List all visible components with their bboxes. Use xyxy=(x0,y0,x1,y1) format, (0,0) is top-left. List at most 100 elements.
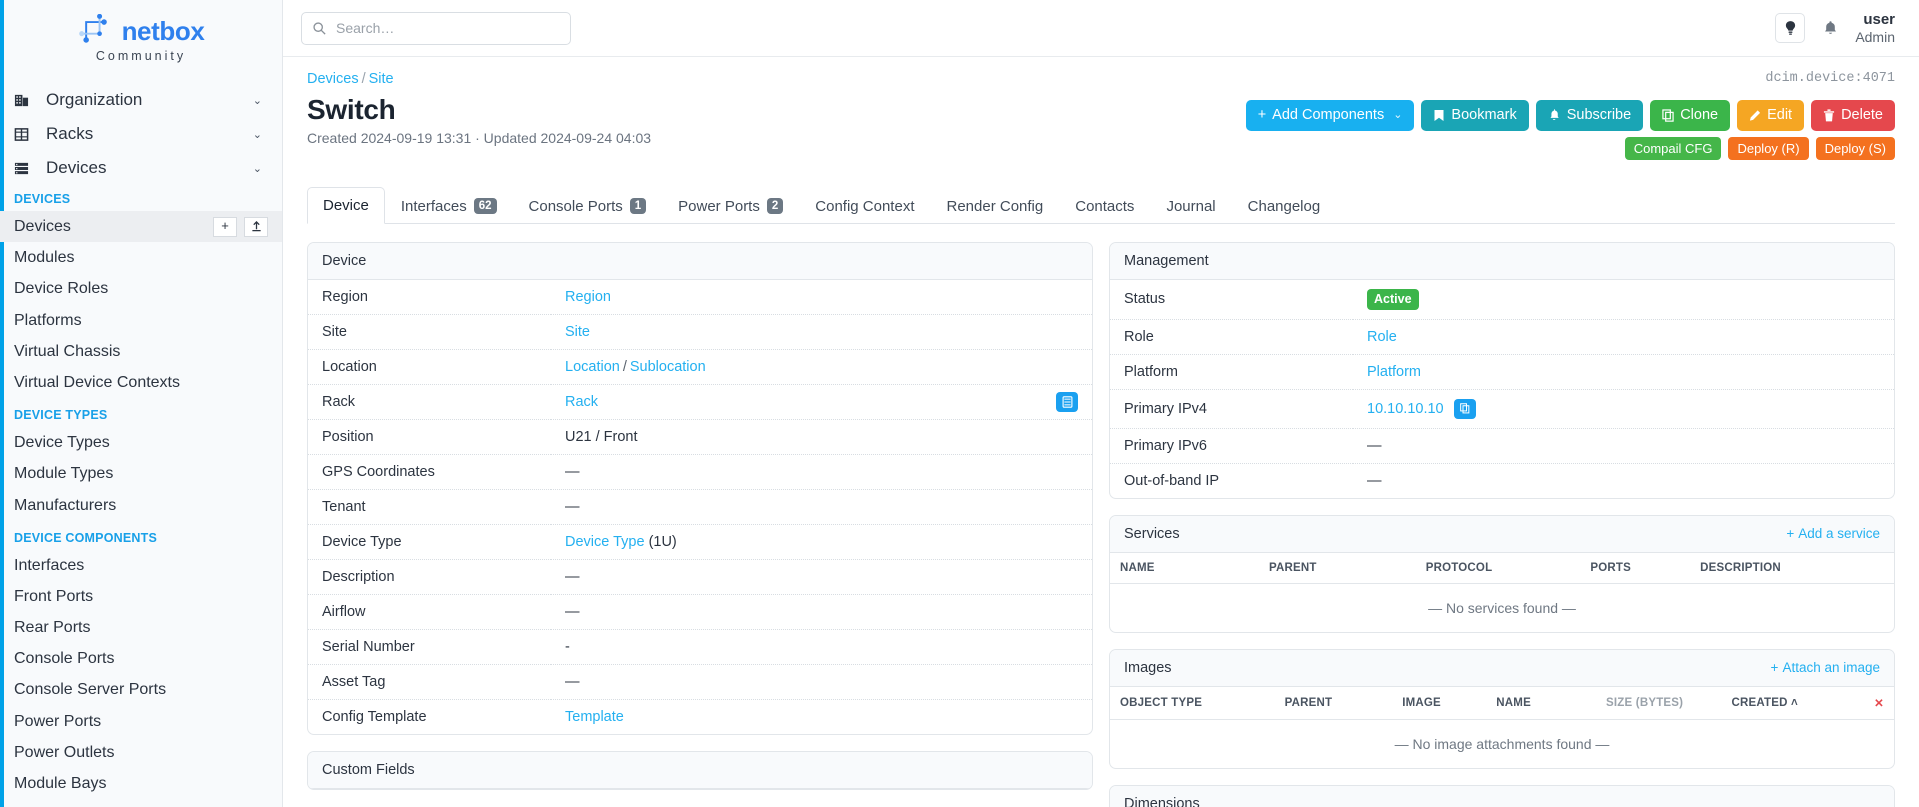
column-header-created[interactable]: Created ˄ xyxy=(1721,686,1840,720)
row-key: Airflow xyxy=(322,603,366,620)
tab-badge: 62 xyxy=(473,197,497,215)
search-input[interactable] xyxy=(336,20,560,36)
add-a-service-button[interactable]: + Add a service xyxy=(1786,526,1880,541)
tab-config-context[interactable]: Config Context xyxy=(799,188,930,224)
row-key: Asset Tag xyxy=(322,673,386,690)
device-type-units: (1U) xyxy=(648,533,677,550)
edit-button[interactable]: Edit xyxy=(1737,100,1805,131)
row-key: Serial Number xyxy=(322,638,415,655)
sidebar-item-device-bays[interactable]: Device Bays xyxy=(0,799,282,807)
sidebar-item-module-bays[interactable]: Module Bays xyxy=(0,768,282,799)
sidebar-item-device-types[interactable]: Device Types xyxy=(0,427,282,458)
column-header-size-bytes[interactable]: Size (Bytes) xyxy=(1596,686,1722,720)
deploy-s-button[interactable]: Deploy (S) xyxy=(1815,136,1895,160)
region-link[interactable]: Region xyxy=(565,289,611,305)
tab-device[interactable]: Device xyxy=(307,186,385,224)
sidebar-heading-devices: Devices xyxy=(14,192,71,206)
sidebar-item-console-server-ports[interactable]: Console Server Ports xyxy=(0,674,282,705)
row-value: — xyxy=(565,498,580,515)
column-header-parent[interactable]: Parent xyxy=(1258,552,1416,584)
sidebar-item-virtual-chassis[interactable]: Virtual Chassis xyxy=(0,336,282,367)
tab-label: Contacts xyxy=(1075,197,1135,215)
row-key: Primary IPv4 xyxy=(1124,400,1207,417)
sidebar-item-rear-ports[interactable]: Rear Ports xyxy=(0,612,282,643)
sidebar-item-label: Devices xyxy=(14,218,71,235)
column-header-image[interactable]: Image xyxy=(1392,686,1487,720)
rack-elevation-icon[interactable] xyxy=(1056,391,1078,412)
tab-label: Console Ports xyxy=(528,197,623,215)
role-link[interactable]: Role xyxy=(1367,329,1397,345)
sidebar-item-console-ports[interactable]: Console Ports xyxy=(0,643,282,674)
tab-power-ports[interactable]: Power Ports 2 xyxy=(662,188,799,224)
column-header-name[interactable]: Name xyxy=(1110,552,1259,584)
search-box[interactable] xyxy=(301,11,571,45)
page-actions: + Add Components ⌄ Bookmark Subscribe Cl… xyxy=(1245,94,1895,160)
sidebar-item-virtual-device-contexts[interactable]: Virtual Device Contexts xyxy=(0,367,282,398)
attach-an-image-button[interactable]: + Attach an image xyxy=(1771,660,1880,675)
tab-contacts[interactable]: Contacts xyxy=(1059,188,1150,224)
site-link[interactable]: Site xyxy=(565,324,590,340)
row-key: Region xyxy=(322,288,368,305)
delete-button[interactable]: Delete xyxy=(1811,100,1895,131)
subscribe-button[interactable]: Subscribe xyxy=(1535,100,1644,131)
brand[interactable]: netbox Community xyxy=(0,0,282,69)
sidebar-item-modules[interactable]: Modules xyxy=(0,242,282,273)
sidebar-item-front-ports[interactable]: Front Ports xyxy=(0,581,282,612)
sidebar-group-devices[interactable]: Devices ⌄ xyxy=(0,147,282,195)
rack-link[interactable]: Rack xyxy=(565,394,598,410)
platform-link[interactable]: Platform xyxy=(1367,364,1421,380)
add-device-button[interactable]: + xyxy=(213,216,237,237)
column-header-parent[interactable]: Parent xyxy=(1274,686,1393,720)
notifications-button[interactable] xyxy=(1819,20,1841,36)
sidebar-group-organization[interactable]: Organization ⌄ xyxy=(0,83,282,117)
copy-icon[interactable] xyxy=(1453,398,1476,419)
user-menu[interactable]: user Admin xyxy=(1855,11,1895,44)
sidebar-item-manufacturers[interactable]: Manufacturers xyxy=(0,490,282,521)
column-header-description[interactable]: Description xyxy=(1690,552,1894,584)
device-card-title: Device xyxy=(308,242,1092,280)
sidebar-item-power-ports[interactable]: Power Ports xyxy=(0,706,282,737)
row-value: — xyxy=(1367,437,1382,454)
primary-ipv4-link[interactable]: 10.10.10.10 xyxy=(1367,400,1444,416)
sidebar-group-racks[interactable]: Racks ⌄ xyxy=(0,117,282,151)
sidebar-item-interfaces[interactable]: Interfaces xyxy=(0,550,282,581)
tab-changelog[interactable]: Changelog xyxy=(1232,188,1337,224)
breadcrumb-devices[interactable]: Devices xyxy=(307,71,359,87)
sidebar-item-label: Power Ports xyxy=(14,712,102,730)
column-header-protocol[interactable]: Protocol xyxy=(1415,552,1581,584)
sidebar-item-label: Module Bays xyxy=(14,775,107,792)
sidebar-item-module-types[interactable]: Module Types xyxy=(0,458,282,489)
sidebar-item-power-outlets[interactable]: Power Outlets xyxy=(0,737,282,768)
column-header-ports[interactable]: Ports xyxy=(1580,552,1691,584)
tab-journal[interactable]: Journal xyxy=(1150,188,1231,224)
compail-cfg-button[interactable]: Compail CFG xyxy=(1624,136,1722,160)
column-header-object-type[interactable]: Object Type xyxy=(1110,686,1275,720)
tab-console-ports[interactable]: Console Ports 1 xyxy=(513,188,663,224)
sublocation-link[interactable]: Sublocation xyxy=(630,359,706,375)
clone-button[interactable]: Clone xyxy=(1650,100,1731,131)
config-template-link[interactable]: Template xyxy=(565,709,624,725)
status-badge: Active xyxy=(1367,288,1419,310)
chevron-down-icon: ⌄ xyxy=(252,162,262,175)
deploy-r-button[interactable]: Deploy (R) xyxy=(1728,136,1809,160)
sidebar-item-platforms[interactable]: Platforms xyxy=(0,305,282,336)
sidebar-group-label: Organization xyxy=(46,90,143,109)
sidebar-item-device-roles[interactable]: Device Roles xyxy=(0,273,282,304)
device-type-link[interactable]: Device Type xyxy=(565,534,645,550)
clear-sort-button[interactable]: ✕ xyxy=(1839,686,1894,720)
theme-toggle-button[interactable] xyxy=(1775,13,1806,43)
breadcrumb-site[interactable]: Site xyxy=(369,71,394,87)
add-components-button[interactable]: + Add Components ⌄ xyxy=(1245,100,1415,131)
row-value: — xyxy=(565,673,580,690)
tab-render-config[interactable]: Render Config xyxy=(931,188,1060,224)
tab-interfaces[interactable]: Interfaces 62 xyxy=(385,188,513,224)
tab-label: Device xyxy=(323,196,369,214)
table-row: — No services found — xyxy=(1110,583,1894,632)
sidebar-item-devices[interactable]: Devices + xyxy=(0,211,282,243)
table-row: Status Active xyxy=(1110,280,1894,319)
row-value: Rack xyxy=(551,384,1092,419)
location-link[interactable]: Location xyxy=(565,359,620,375)
column-header-name[interactable]: Name xyxy=(1486,686,1597,720)
bookmark-button[interactable]: Bookmark xyxy=(1421,100,1529,131)
import-device-button[interactable] xyxy=(244,216,268,237)
